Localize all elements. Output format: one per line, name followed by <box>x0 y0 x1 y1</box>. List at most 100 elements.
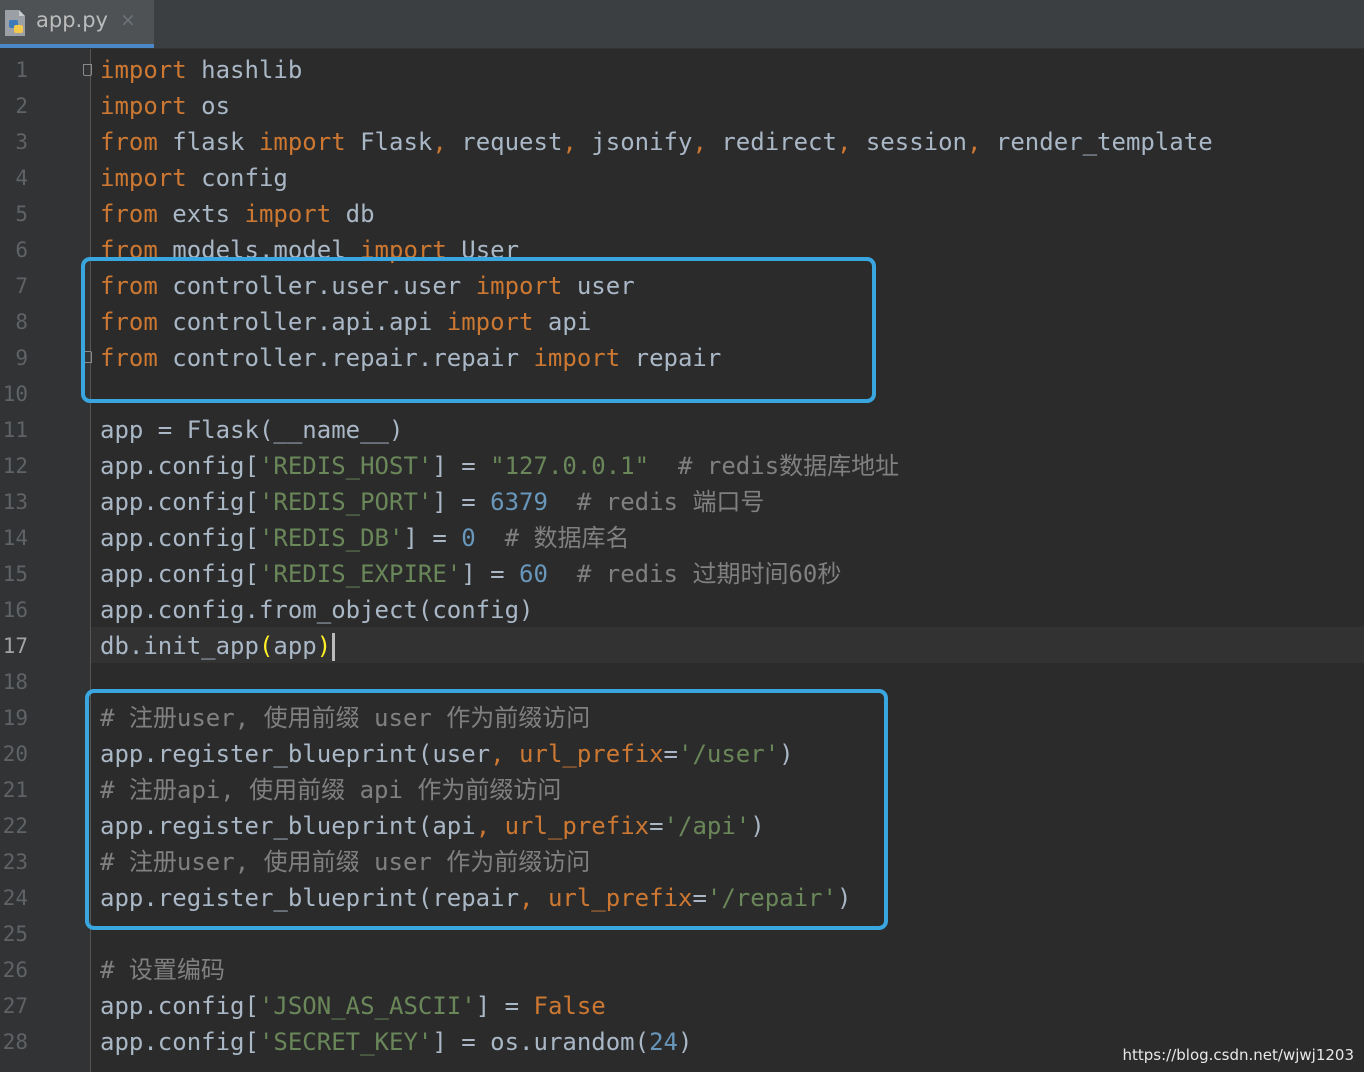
line-number: 12 <box>2 454 28 478</box>
code-token: import <box>244 200 332 228</box>
line-number: 21 <box>2 778 28 802</box>
code-token: app.config[ <box>100 992 259 1020</box>
line-number: 8 <box>15 310 28 334</box>
highlight-box-imports <box>81 257 876 403</box>
code-token: ) <box>316 632 332 660</box>
line-number: 11 <box>2 418 28 442</box>
line-number: 16 <box>2 598 28 622</box>
line-number: 17 <box>2 634 28 658</box>
code-token: app.config[ <box>100 524 259 552</box>
code-token: , <box>562 128 577 156</box>
code-token: import <box>100 164 187 192</box>
line-number: 2 <box>15 94 28 118</box>
close-icon[interactable]: × <box>120 9 136 31</box>
line-number: 28 <box>2 1030 28 1054</box>
line-number: 15 <box>2 562 28 586</box>
code-token: session <box>851 128 967 156</box>
code-token: # 设置编码 <box>100 956 225 984</box>
code-token: ) <box>678 1028 693 1056</box>
code-line[interactable]: app.config['JSON_AS_ASCII'] = False <box>100 988 606 1024</box>
code-line[interactable]: import os <box>100 88 230 124</box>
code-line[interactable]: app.config['SECRET_KEY'] = os.urandom(24… <box>100 1024 692 1060</box>
code-token: import <box>258 128 346 156</box>
code-token: 'SECRET_KEY' <box>258 1028 433 1056</box>
code-token: # 数据库名 <box>504 524 630 552</box>
code-token: db.init_app <box>100 632 259 660</box>
code-token: app.config[ <box>100 1028 259 1056</box>
line-number: 13 <box>2 490 28 514</box>
code-token: app.config.from_object(config) <box>100 596 534 624</box>
code-token: db <box>331 200 375 228</box>
code-token: 0 <box>461 524 476 552</box>
code-line[interactable]: db.init_app(app) <box>100 628 336 664</box>
line-number: 18 <box>2 670 28 694</box>
code-token: # redis 端口号 <box>576 488 765 516</box>
fold-icon[interactable] <box>83 64 92 76</box>
code-line[interactable]: import config <box>100 160 288 196</box>
code-token: , <box>432 128 447 156</box>
code-token: 'JSON_AS_ASCII' <box>258 992 476 1020</box>
line-number: 10 <box>2 382 28 406</box>
code-token: ] = <box>475 992 534 1020</box>
code-line[interactable]: app = Flask(__name__) <box>100 412 403 448</box>
code-token: config <box>186 164 288 192</box>
code-token: flask <box>157 128 259 156</box>
code-token: import <box>100 92 187 120</box>
code-line[interactable]: import hashlib <box>100 52 302 88</box>
code-token: from <box>100 128 158 156</box>
line-number: 27 <box>2 994 28 1018</box>
code-token: app <box>273 632 317 660</box>
tab-filename: app.py <box>36 8 108 32</box>
code-token: ] = <box>432 452 491 480</box>
code-line[interactable]: app.config['REDIS_EXPIRE'] = 60 # redis … <box>100 556 841 592</box>
code-line[interactable]: app.config['REDIS_DB'] = 0 # 数据库名 <box>100 520 630 556</box>
code-line[interactable]: # 设置编码 <box>100 952 225 988</box>
code-line[interactable]: from exts import db <box>100 196 375 232</box>
code-token: render_template <box>981 128 1213 156</box>
editor-tab-bar: app.py × <box>0 0 1364 49</box>
code-token: app = Flask(__name__) <box>100 416 404 444</box>
tab-app-py[interactable]: app.py × <box>0 0 154 48</box>
code-token: 60 <box>519 560 548 588</box>
code-token: , <box>692 128 707 156</box>
python-file-icon <box>5 10 25 36</box>
line-number: 14 <box>2 526 28 550</box>
code-token: 24 <box>649 1028 678 1056</box>
code-token: , <box>836 128 852 156</box>
code-token: # redis数据库地址 <box>678 452 900 480</box>
line-number: 19 <box>2 706 28 730</box>
code-token: , <box>967 128 982 156</box>
code-line[interactable]: from flask import Flask, request, jsonif… <box>100 124 1213 160</box>
line-number: 20 <box>2 742 28 766</box>
highlight-box-blueprints <box>85 689 888 930</box>
code-token: ] = os.urandom( <box>432 1028 650 1056</box>
line-number: 1 <box>15 58 28 82</box>
line-number: 4 <box>15 166 28 190</box>
code-token: os <box>186 92 231 120</box>
code-token: ] = <box>432 488 491 516</box>
line-number: 3 <box>15 130 28 154</box>
code-token: app.config[ <box>100 560 259 588</box>
code-token: request <box>446 128 563 156</box>
code-token: Flask <box>345 128 433 156</box>
code-token: from <box>100 200 158 228</box>
line-number: 6 <box>15 238 28 262</box>
code-token: False <box>533 992 606 1020</box>
line-number: 24 <box>2 886 28 910</box>
line-number: 9 <box>15 346 28 370</box>
code-token: ] = <box>403 524 462 552</box>
line-number: 5 <box>15 202 28 226</box>
code-line[interactable]: app.config['REDIS_HOST'] = "127.0.0.1" #… <box>100 448 899 484</box>
code-token: jsonify <box>576 128 693 156</box>
code-line[interactable]: app.config.from_object(config) <box>100 592 533 628</box>
code-token: app.config[ <box>100 452 259 480</box>
code-token: import <box>100 56 187 84</box>
code-token: app.config[ <box>100 488 259 516</box>
code-token: ( <box>258 632 274 660</box>
code-line[interactable]: app.config['REDIS_PORT'] = 6379 # redis … <box>100 484 764 520</box>
code-token: redirect <box>706 128 837 156</box>
code-token: 'REDIS_HOST' <box>258 452 433 480</box>
